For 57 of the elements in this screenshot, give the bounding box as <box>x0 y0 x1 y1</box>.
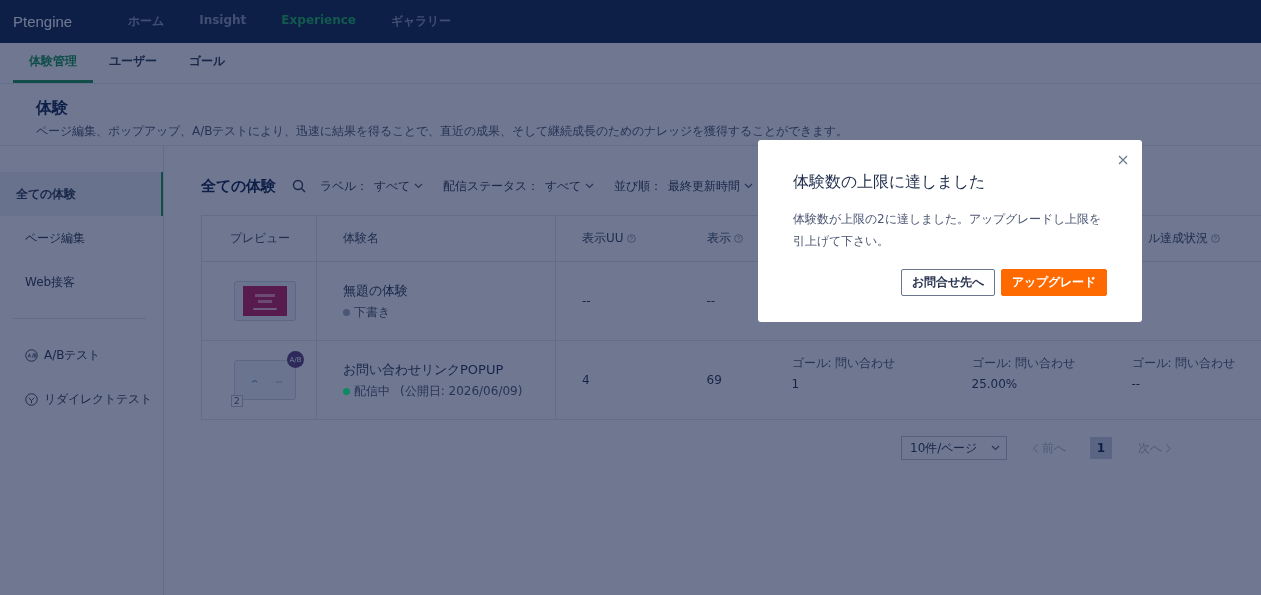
sub-tab[interactable]: ユーザー <box>93 43 173 83</box>
sub-tab[interactable]: 体験管理 <box>13 43 93 83</box>
chevron-down-icon <box>414 183 423 189</box>
page-number[interactable]: 1 <box>1090 437 1112 459</box>
branch-icon <box>25 392 38 406</box>
filter-dropdown[interactable]: すべて <box>545 177 594 195</box>
section-title: 全ての体験 <box>201 176 276 196</box>
variant-count: 2 <box>231 395 243 407</box>
experience-name[interactable]: 無題の体験 <box>343 281 555 300</box>
publish-date: (公開日: 2026/06/09) <box>400 382 523 400</box>
filter-label: ラベル： <box>320 177 368 195</box>
goal-value: 1 <box>791 377 801 391</box>
sidebar-item[interactable]: ページ編集 <box>0 216 163 260</box>
sub-tab[interactable]: ゴール <box>173 43 241 83</box>
sidebar-item[interactable]: 全ての体験 <box>0 172 163 216</box>
chevron-down-icon <box>991 445 1000 451</box>
close-icon[interactable] <box>1118 155 1128 165</box>
goal-label: ゴール: 問い合わせ <box>971 355 1077 372</box>
thumbnail-image <box>234 281 296 321</box>
nav-tab[interactable]: Experience <box>281 1 356 42</box>
goal-label: ゴール: 問い合わせ <box>1131 355 1237 372</box>
table-cell: 69 <box>706 373 722 387</box>
filter-label: 並び順： <box>614 177 662 195</box>
search-icon[interactable] <box>292 179 306 193</box>
filter-label: 配信ステータス： <box>443 177 539 195</box>
goal-value: -- <box>1131 377 1142 391</box>
sidebar-item[interactable]: Web接客 <box>0 260 163 304</box>
logo: Ptengine <box>13 13 73 30</box>
filter-dropdown[interactable]: すべて <box>374 177 423 195</box>
page-size-select[interactable]: 10件/ページ <box>901 436 1007 460</box>
column-header: 表示 <box>706 230 743 247</box>
sidebar-item[interactable]: A/Bテスト <box>0 333 163 377</box>
goal-label: ゴール: 問い合わせ <box>791 355 897 372</box>
sidebar-item[interactable]: リダイレクトテスト <box>0 377 163 421</box>
experience-name[interactable]: お問い合わせリンクPOPUP <box>343 360 555 379</box>
goal-value: 25.00% <box>971 377 1019 391</box>
page-title: 体験 <box>36 98 69 119</box>
chevron-down-icon <box>585 183 594 189</box>
dialog-message: 体験数が上限の2に達しました。アップグレードし上限を引上げて下さい。 <box>793 211 1102 250</box>
contact-button[interactable]: お問合せ先へ <box>901 269 995 297</box>
table-cell: -- <box>582 294 591 308</box>
table-cell: -- <box>706 294 716 308</box>
status-label: 下書き <box>354 303 390 321</box>
chevron-right-icon <box>1166 443 1171 453</box>
table-cell: 4 <box>582 373 590 387</box>
page-description: ページ編集、ポップアップ、A/Bテストにより、迅速に結果を得ることで、直近の成果、そして継続成長のためのナレッジを獲得することができます。 <box>36 123 850 140</box>
column-header: 表示UU <box>582 230 636 247</box>
chevron-down-icon <box>744 183 753 189</box>
column-header: プレビュー <box>230 230 290 247</box>
column-header: 体験名 <box>343 230 379 247</box>
status-label: 配信中 <box>354 382 390 400</box>
column-header: ル達成状況 <box>1147 230 1220 247</box>
filter-dropdown[interactable]: 最終更新時間 <box>668 177 753 195</box>
dialog-title: 体験数の上限に達しました <box>793 172 986 193</box>
chevron-left-icon <box>1033 443 1038 453</box>
upgrade-button[interactable]: アップグレード <box>1001 269 1107 297</box>
ab-test-icon <box>25 348 38 362</box>
